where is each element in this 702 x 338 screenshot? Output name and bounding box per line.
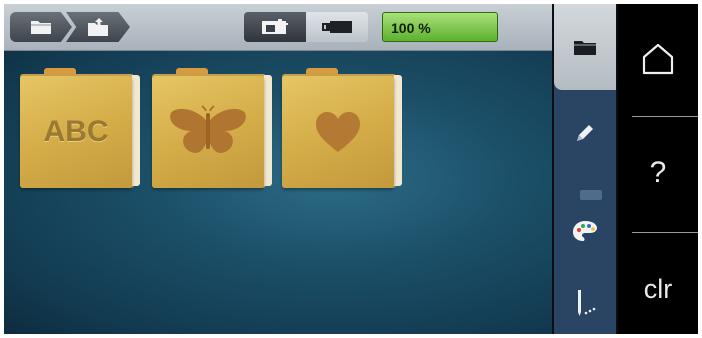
zoom-percentage[interactable]: 100 % bbox=[382, 12, 498, 42]
divider bbox=[632, 232, 698, 233]
home-icon bbox=[642, 43, 674, 75]
edit-button[interactable] bbox=[554, 108, 616, 158]
folder-paper bbox=[131, 75, 140, 186]
folder-paper bbox=[393, 75, 402, 186]
help-label: ? bbox=[649, 156, 667, 189]
heart-icon bbox=[316, 112, 360, 152]
machine-view-button[interactable] bbox=[244, 12, 306, 42]
embroidery-screen: 100 % ABC ? clr bbox=[4, 4, 698, 334]
side-rail bbox=[554, 4, 616, 334]
rail-folder-slot bbox=[554, 22, 616, 72]
machine-icon bbox=[262, 19, 288, 34]
palette-icon bbox=[573, 221, 597, 241]
needle-icon bbox=[578, 290, 596, 316]
breadcrumb-current[interactable] bbox=[66, 12, 130, 42]
rail-tab-indicator bbox=[580, 190, 602, 200]
folder-heart[interactable] bbox=[282, 68, 402, 188]
clear-button[interactable]: clr bbox=[618, 234, 698, 334]
help-button[interactable]: ? bbox=[618, 118, 698, 228]
folder-butterfly[interactable] bbox=[152, 68, 272, 188]
clear-label: clr bbox=[643, 273, 673, 304]
color-button[interactable] bbox=[554, 206, 616, 256]
folder-icon bbox=[574, 41, 596, 55]
folder-front: ABC bbox=[20, 76, 132, 188]
folder-front bbox=[282, 76, 394, 188]
rail-folder-button[interactable] bbox=[554, 4, 616, 90]
butterfly-icon bbox=[170, 105, 246, 153]
folder-front bbox=[152, 76, 264, 188]
folder-open-icon bbox=[88, 18, 108, 36]
memory-stick-icon bbox=[322, 21, 352, 33]
memory-stick-button[interactable] bbox=[306, 12, 368, 42]
folder-workspace: ABC bbox=[4, 51, 552, 334]
home-button[interactable] bbox=[618, 4, 698, 114]
top-toolbar: 100 % bbox=[4, 4, 552, 51]
folder-icon bbox=[31, 21, 51, 34]
breadcrumb-root[interactable] bbox=[10, 12, 72, 42]
stitch-button[interactable] bbox=[554, 278, 616, 328]
folder-label: ABC bbox=[43, 115, 109, 148]
divider bbox=[632, 116, 698, 117]
folder-alphabets[interactable]: ABC bbox=[20, 68, 140, 188]
right-control-column: ? clr bbox=[618, 4, 698, 334]
folder-paper bbox=[263, 75, 272, 186]
pencil-icon bbox=[577, 125, 593, 141]
